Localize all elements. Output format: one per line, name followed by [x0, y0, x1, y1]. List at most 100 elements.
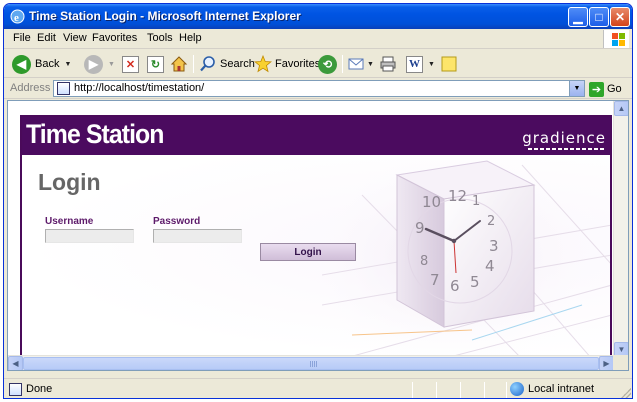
- svg-text:e: e: [14, 12, 19, 24]
- login-panel: 10 12 1 9 2 3 8 4 7 6 5 Login Username P…: [22, 155, 610, 359]
- search-label: Search: [220, 58, 255, 70]
- clock-number: 1: [472, 194, 480, 209]
- password-input[interactable]: [153, 229, 242, 243]
- history-icon: ⟲: [318, 54, 337, 74]
- favorites-label: Favorites: [275, 58, 321, 70]
- page-icon: [57, 82, 70, 95]
- username-label: Username: [45, 216, 94, 227]
- toolbar-separator: [193, 55, 194, 73]
- history-button[interactable]: ⟲: [318, 53, 337, 75]
- status-separator: [436, 382, 437, 398]
- favorites-star-icon: [254, 55, 272, 73]
- search-icon: [200, 56, 215, 72]
- page-header: Time Station gradience: [22, 117, 610, 155]
- home-button[interactable]: [170, 53, 188, 75]
- maximize-icon: □: [595, 10, 603, 24]
- word-edit-icon: W: [406, 55, 423, 73]
- address-dropdown-icon[interactable]: ▼: [569, 81, 584, 96]
- resize-grip-icon[interactable]: [620, 388, 631, 398]
- menu-tools[interactable]: Tools: [147, 32, 173, 44]
- clock-cube-illustration: 10 12 1 9 2 3 8 4 7 6 5: [322, 155, 610, 359]
- clock-number: 2: [487, 214, 495, 229]
- vertical-scrollbar[interactable]: ▲ ▼: [613, 101, 628, 357]
- minimize-icon: ▁: [573, 10, 583, 24]
- security-zone[interactable]: Local intranet: [510, 382, 594, 396]
- go-button[interactable]: ➔ Go: [589, 81, 622, 97]
- edit-button[interactable]: W ▼: [406, 53, 435, 75]
- toolbar-separator: [342, 55, 343, 73]
- title-bar[interactable]: e Time Station Login - Microsoft Interne…: [4, 4, 632, 29]
- clock-number: 7: [430, 271, 440, 289]
- address-url: http://localhost/timestation/: [74, 82, 205, 94]
- username-input[interactable]: [45, 229, 134, 243]
- menu-edit[interactable]: Edit: [37, 32, 56, 44]
- status-separator: [484, 382, 485, 398]
- favorites-button[interactable]: Favorites: [254, 53, 320, 75]
- back-button[interactable]: ◀ Back ▼: [12, 53, 71, 75]
- scrollbar-corner: [613, 355, 628, 370]
- status-separator: [460, 382, 461, 398]
- go-arrow-icon: ➔: [589, 81, 604, 97]
- login-button[interactable]: Login: [260, 243, 356, 261]
- page-viewport: Time Station gradience 10 12 1 9 2 3 8 4…: [7, 100, 629, 371]
- close-button[interactable]: ✕: [610, 7, 630, 27]
- address-input[interactable]: http://localhost/timestation/ ▼: [53, 80, 585, 97]
- minimize-button[interactable]: ▁: [568, 7, 588, 27]
- clock-number: 9: [415, 219, 425, 237]
- edit-dropdown-icon[interactable]: ▼: [428, 61, 435, 68]
- scroll-left-button[interactable]: ◀: [8, 356, 23, 370]
- scroll-up-button[interactable]: ▲: [614, 101, 628, 116]
- address-bar: Address http://localhost/timestation/ ▼ …: [4, 79, 632, 99]
- timestation-page: Time Station gradience 10 12 1 9 2 3 8 4…: [20, 115, 612, 361]
- back-arrow-icon: ◀: [12, 54, 31, 74]
- clock-number: 10: [422, 193, 441, 211]
- company-underline: [528, 148, 604, 150]
- clock-number: 8: [420, 254, 428, 269]
- browser-window: e Time Station Login - Microsoft Interne…: [3, 3, 633, 399]
- menu-file[interactable]: File: [13, 32, 31, 44]
- printer-icon: [380, 56, 396, 72]
- chevron-down-icon: ▼: [617, 345, 626, 354]
- window-title: Time Station Login - Microsoft Internet …: [29, 9, 301, 23]
- chevron-left-icon: ◀: [12, 359, 19, 368]
- search-button[interactable]: Search: [199, 53, 255, 75]
- chevron-right-icon: ▶: [603, 359, 610, 368]
- mail-button[interactable]: ▼: [347, 53, 374, 75]
- status-bar: Done Local intranet: [4, 378, 632, 398]
- stop-button[interactable]: ✕: [122, 53, 139, 75]
- company-logo: gradience: [522, 129, 606, 147]
- note-icon: [441, 56, 457, 72]
- discuss-button[interactable]: [440, 53, 458, 75]
- brand-logo: Time Station: [26, 119, 164, 149]
- refresh-button[interactable]: ↻: [147, 53, 164, 75]
- menu-help[interactable]: Help: [179, 32, 202, 44]
- menu-favorites[interactable]: Favorites: [92, 32, 137, 44]
- intranet-globe-icon: [510, 382, 524, 396]
- password-label: Password: [153, 216, 201, 227]
- clock-number: 4: [485, 257, 495, 275]
- horizontal-scrollbar[interactable]: ◀ ▶: [8, 355, 614, 370]
- forward-dropdown-icon: ▼: [108, 60, 115, 68]
- status-separator: [412, 382, 413, 398]
- mail-dropdown-icon[interactable]: ▼: [367, 61, 374, 68]
- clock-number: 3: [489, 237, 499, 255]
- clock-number: 6: [450, 277, 460, 295]
- print-button[interactable]: [379, 53, 397, 75]
- page-done-icon: [9, 383, 22, 396]
- back-dropdown-icon[interactable]: ▼: [64, 61, 71, 68]
- close-icon: ✕: [614, 10, 626, 24]
- home-icon: [170, 56, 188, 72]
- menu-view[interactable]: View: [63, 32, 87, 44]
- horizontal-scroll-thumb[interactable]: [23, 357, 599, 370]
- status-text: Done: [26, 383, 53, 395]
- forward-button[interactable]: ▶ ▼: [84, 53, 115, 75]
- scroll-right-button[interactable]: ▶: [599, 356, 614, 370]
- login-heading: Login: [38, 169, 101, 195]
- mail-icon: [348, 58, 364, 70]
- address-label: Address: [10, 82, 51, 94]
- maximize-button[interactable]: □: [589, 7, 609, 27]
- go-label: Go: [607, 83, 622, 95]
- toolbar: ◀ Back ▼ ▶ ▼ ✕ ↻ Search Favorites ⟲ ▼ W …: [4, 50, 632, 78]
- clock-number: 5: [470, 273, 480, 291]
- status-separator: [506, 382, 507, 398]
